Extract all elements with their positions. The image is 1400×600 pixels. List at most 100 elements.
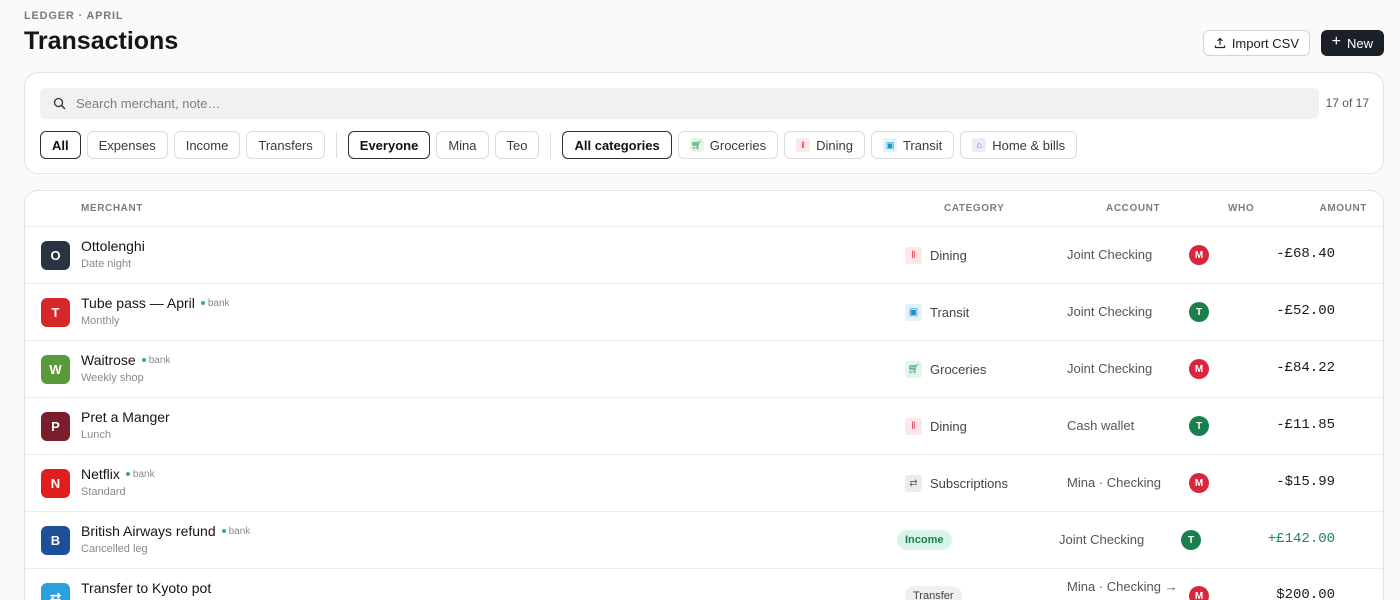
merchant-name: Netflix bank — [81, 466, 155, 482]
transaction-note: Lunch — [81, 429, 111, 441]
category-label: Subscriptions — [930, 476, 1009, 491]
filter-dining[interactable]: ǁ Dining — [784, 131, 865, 159]
filter-home-bills-label: Home & bills — [992, 137, 1066, 153]
bank-badge: bank — [126, 469, 155, 480]
merchant-avatar: P — [41, 412, 70, 441]
filter-all-categories[interactable]: All categories — [562, 131, 672, 159]
filter-transfers[interactable]: Transfers — [246, 131, 325, 159]
bank-badge: bank — [201, 298, 230, 309]
transactions-table: MERCHANT CATEGORY ACCOUNT WHO AMOUNT O O… — [24, 190, 1384, 600]
amount-cell: -£11.85 — [1276, 417, 1335, 433]
category-cell: 🛒︎ Groceries — [905, 361, 986, 378]
filter-transit[interactable]: ▣ Transit — [870, 131, 955, 159]
filter-groceries-label: Groceries — [709, 137, 767, 153]
merchant-avatar: O — [41, 241, 70, 270]
amount-cell: -$15.99 — [1276, 474, 1335, 490]
who-avatar: T — [1181, 530, 1201, 550]
filter-income[interactable]: Income — [173, 131, 241, 159]
merchant-name: Ottolenghi — [81, 238, 145, 254]
filter-all[interactable]: All — [40, 131, 81, 159]
category-cell: ⇄ Subscriptions — [905, 475, 1008, 492]
filter-everyone[interactable]: Everyone — [347, 131, 431, 159]
table-row[interactable]: O Ottolenghi Date night ǁ Dining Joint C… — [25, 227, 1383, 284]
new-transaction-button[interactable]: + New — [1320, 30, 1384, 56]
merchant-label: Transfer to Kyoto pot — [81, 580, 212, 596]
who-avatar: T — [1189, 416, 1209, 436]
search-bar[interactable] — [40, 88, 1319, 119]
table-row[interactable]: N Netflix bank Standard ⇄ Subscriptions M… — [25, 455, 1383, 512]
category-label: Transit — [930, 305, 970, 320]
repeat-icon: ⇄ — [905, 475, 922, 492]
bank-badge: bank — [142, 355, 171, 366]
fork-knife-icon: ǁ — [905, 247, 922, 264]
table-row[interactable]: T Tube pass — April bank Monthly ▣ Transi… — [25, 284, 1383, 341]
filter-teo[interactable]: Teo — [494, 131, 540, 159]
category-cell: ▣ Transit — [905, 304, 969, 321]
amount-cell: -£52.00 — [1276, 303, 1335, 319]
who-avatar: M — [1189, 359, 1209, 379]
account-cell: Joint Checking — [1059, 532, 1145, 547]
filter-transit-label: Transit — [902, 137, 943, 153]
who-avatar: T — [1189, 302, 1209, 322]
transaction-note: Standard — [81, 486, 126, 498]
transaction-note: Weekly shop — [81, 372, 144, 384]
import-csv-label: Import CSV — [1231, 35, 1299, 51]
import-csv-button[interactable]: Import CSV — [1202, 30, 1310, 56]
column-merchant[interactable]: MERCHANT — [81, 203, 143, 214]
merchant-label: Pret a Manger — [81, 409, 170, 425]
who-avatar: M — [1189, 473, 1209, 493]
amount-cell: $200.00 — [1276, 587, 1335, 600]
who-avatar: M — [1189, 245, 1209, 265]
train-icon: ▣ — [882, 138, 897, 152]
fork-knife-icon: ǁ — [905, 418, 922, 435]
filter-home-bills[interactable]: ⌂ Home & bills — [960, 131, 1078, 159]
result-count: 17 of 17 — [1325, 96, 1369, 110]
merchant-avatar: N — [41, 469, 70, 498]
who-avatar: M — [1189, 586, 1209, 600]
merchant-label: Netflix — [81, 466, 120, 482]
search-input[interactable] — [76, 96, 1276, 111]
page-header: LEDGER · APRIL Transactions Import CSV +… — [24, 0, 1384, 70]
merchant-avatar: B — [41, 526, 70, 555]
column-amount[interactable]: AMOUNT — [1320, 203, 1367, 214]
amount-cell: -£68.40 — [1276, 246, 1335, 262]
column-who[interactable]: WHO — [1228, 203, 1254, 214]
merchant-label: Ottolenghi — [81, 238, 145, 254]
table-header: MERCHANT CATEGORY ACCOUNT WHO AMOUNT — [25, 191, 1383, 227]
category-cell: ǁ Dining — [905, 418, 967, 435]
filter-mina[interactable]: Mina — [436, 131, 489, 159]
merchant-name: Transfer to Kyoto pot — [81, 580, 211, 596]
category-cell: ǁ Dining — [905, 247, 967, 264]
account-cell: Mina · Checking → — [1067, 579, 1178, 594]
house-icon: ⌂ — [972, 138, 987, 152]
merchant-label: British Airways refund — [81, 523, 216, 539]
cart-icon: 🛒︎ — [689, 138, 704, 152]
new-label: New — [1346, 35, 1373, 51]
table-row[interactable]: P Pret a Manger Lunch ǁ Dining Cash wall… — [25, 398, 1383, 455]
column-category[interactable]: CATEGORY — [944, 203, 1004, 214]
amount-cell: -£84.22 — [1276, 360, 1335, 376]
transfer-badge: Transfer — [905, 586, 962, 600]
upload-icon — [1214, 37, 1225, 49]
filter-groceries[interactable]: 🛒︎ Groceries — [677, 131, 779, 159]
breadcrumb: LEDGER · APRIL — [24, 10, 124, 22]
table-row[interactable]: ⇄ Transfer to Kyoto pot Transfer Mina · … — [25, 569, 1383, 600]
divider — [335, 132, 337, 158]
cart-icon: 🛒︎ — [905, 361, 922, 378]
transfer-arrows-icon: ⇄ — [41, 583, 70, 600]
account-cell: Cash wallet — [1067, 418, 1135, 433]
search-icon — [53, 97, 66, 110]
account-cell: Joint Checking — [1067, 304, 1153, 319]
merchant-name: Waitrose bank — [81, 352, 170, 368]
table-row[interactable]: W Waitrose bank Weekly shop 🛒︎ Groceries … — [25, 341, 1383, 398]
filter-chips: All Expenses Income Transfers Everyone M… — [40, 131, 1078, 159]
fork-knife-icon: ǁ — [796, 138, 811, 152]
filter-expenses[interactable]: Expenses — [86, 131, 168, 159]
account-cell: Joint Checking — [1067, 247, 1153, 262]
column-account[interactable]: ACCOUNT — [1106, 203, 1160, 214]
amount-cell: +£142.00 — [1267, 531, 1335, 547]
table-row[interactable]: B British Airways refund bank Cancelled l… — [25, 512, 1383, 569]
account-cell: Joint Checking — [1067, 361, 1153, 376]
merchant-label: Waitrose — [81, 352, 136, 368]
merchant-avatar: T — [41, 298, 70, 327]
